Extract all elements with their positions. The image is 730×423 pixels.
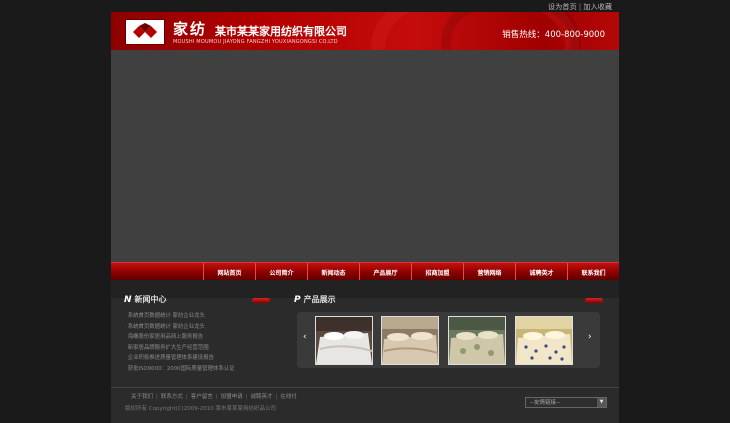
nav-item-network[interactable]: 营销网络 xyxy=(463,263,515,281)
news-item-text: 系统首页数据统计 家纺企业龙头 xyxy=(127,313,205,319)
company-name: 某市某某家用纺织有限公司 xyxy=(215,25,347,38)
products-more-button[interactable] xyxy=(585,298,603,303)
chevron-down-icon: ▼ xyxy=(597,398,606,407)
product-thumb-3[interactable] xyxy=(448,316,506,365)
news-list: · 系统首页数据统计 家纺企业龙头 · 系统首页数据统计 家纺企业龙头 · 海螺股份家… xyxy=(124,311,274,374)
footer-divider xyxy=(111,387,619,388)
page-container: 家纺 某市某某家用纺织有限公司 MOUSHI MOUMOU JIAYONG FA… xyxy=(111,12,619,423)
separator: | xyxy=(275,394,278,400)
nav-item-news[interactable]: 新闻动态 xyxy=(307,263,359,281)
news-icon: N xyxy=(124,295,132,305)
nav-item-jobs[interactable]: 诚聘英才 xyxy=(515,263,567,281)
separator: | xyxy=(578,3,582,11)
bedding-image xyxy=(449,317,505,364)
sales-hotline: 销售热线：400-800-9000 xyxy=(502,30,605,40)
banner-area xyxy=(111,50,619,262)
separator: | xyxy=(215,394,218,400)
bedding-image xyxy=(316,317,372,364)
friend-links-select[interactable]: --友情链接-- ▼ xyxy=(525,397,607,408)
footer-link-pay[interactable]: 在线付 xyxy=(280,394,297,400)
footer-link-franchise[interactable]: 加盟申请 xyxy=(221,394,243,400)
nav-item-products[interactable]: 产品展厅 xyxy=(359,263,411,281)
separator: | xyxy=(156,394,158,400)
bedding-image xyxy=(516,317,572,364)
carousel-prev-icon[interactable]: ‹ xyxy=(303,332,307,342)
news-item[interactable]: · 获批ISO9000：2000国际质量管理体系认证 xyxy=(124,364,274,375)
nav-shadow xyxy=(111,280,619,298)
bedding-image xyxy=(382,317,438,364)
news-item[interactable]: · 企业积极推进质量管理体系建设报告 xyxy=(124,353,274,364)
footer-link-jobs[interactable]: 诚聘英才 xyxy=(251,394,273,400)
product-thumb-1[interactable] xyxy=(315,316,373,365)
set-homepage-link[interactable]: 设为首页 xyxy=(548,3,577,11)
nav-item-contact[interactable]: 联系我们 xyxy=(567,263,619,281)
news-item-text: 新家居品牌服务扩大生产经营范围 xyxy=(127,344,209,351)
bullet-icon: · xyxy=(124,365,126,372)
footer-link-contact[interactable]: 联系方式 xyxy=(161,394,183,400)
product-thumb-2[interactable] xyxy=(381,316,439,365)
news-title: 新闻中心 xyxy=(134,295,167,304)
friend-links-selected: --友情链接-- xyxy=(530,400,560,406)
news-item-text: 获批ISO9000：2000国际质量管理体系认证 xyxy=(127,365,235,372)
footer-link-about[interactable]: 关于我们 xyxy=(131,394,153,400)
news-item-text: 系统首页数据统计 家纺企业龙头 xyxy=(127,323,205,330)
footer-links: 关于我们 | 联系方式 | 客户留言 | 加盟申请 | 诚聘英才 | 在线付 xyxy=(131,392,297,400)
product-carousel: ‹ › xyxy=(297,312,600,368)
news-item[interactable]: · 新家居品牌服务扩大生产经营范围 xyxy=(124,343,274,354)
news-item[interactable]: · 海螺股份家居用品网上服务报告 xyxy=(124,332,274,343)
news-more-button[interactable] xyxy=(252,298,270,303)
news-item-text: 海螺股份家居用品网上服务报告 xyxy=(127,334,204,340)
footer-link-message[interactable]: 客户留言 xyxy=(191,394,213,400)
brand-name: 家纺 xyxy=(173,20,208,38)
bullet-icon: · xyxy=(124,323,126,330)
product-thumb-4[interactable] xyxy=(515,316,573,365)
bullet-icon: · xyxy=(124,355,126,361)
separator: | xyxy=(185,394,188,400)
bullet-icon: · xyxy=(124,313,126,319)
news-section-title: N 新闻中心 xyxy=(124,294,167,305)
separator: | xyxy=(245,394,248,400)
products-title: 产品展示 xyxy=(303,295,336,304)
logo[interactable] xyxy=(125,19,165,45)
nav-item-home[interactable]: 网站首页 xyxy=(203,263,255,281)
add-favorite-link[interactable]: 加入收藏 xyxy=(583,3,612,11)
news-item[interactable]: · 系统首页数据统计 家纺企业龙头 xyxy=(124,311,274,322)
products-icon: P xyxy=(294,295,301,305)
nav-item-franchise[interactable]: 招商加盟 xyxy=(411,263,463,281)
nav-item-about[interactable]: 公司简介 xyxy=(255,263,307,281)
company-name-en: MOUSHI MOUMOU JIAYONG FANGZHI YOUXIANGON… xyxy=(173,39,338,45)
header: 家纺 某市某某家用纺织有限公司 MOUSHI MOUMOU JIAYONG FA… xyxy=(111,12,619,50)
news-item[interactable]: · 系统首页数据统计 家纺企业龙头 xyxy=(124,322,274,333)
news-item-text: 企业积极推进质量管理体系建设报告 xyxy=(127,355,214,361)
bullet-icon: · xyxy=(124,334,126,340)
copyright: 版权所有 Copyright(C)2009-2010 某市某某家用纺织品公司 xyxy=(125,406,276,412)
top-links: 设为首页 | 加入收藏 xyxy=(548,2,612,12)
main-nav: 网站首页 公司简介 新闻动态 产品展厅 招商加盟 营销网络 诚聘英才 联系我们 xyxy=(111,262,619,281)
products-section-title: P 产品展示 xyxy=(294,294,336,305)
carousel-next-icon[interactable]: › xyxy=(588,332,592,342)
bullet-icon: · xyxy=(124,344,126,351)
logo-icon xyxy=(133,23,157,38)
